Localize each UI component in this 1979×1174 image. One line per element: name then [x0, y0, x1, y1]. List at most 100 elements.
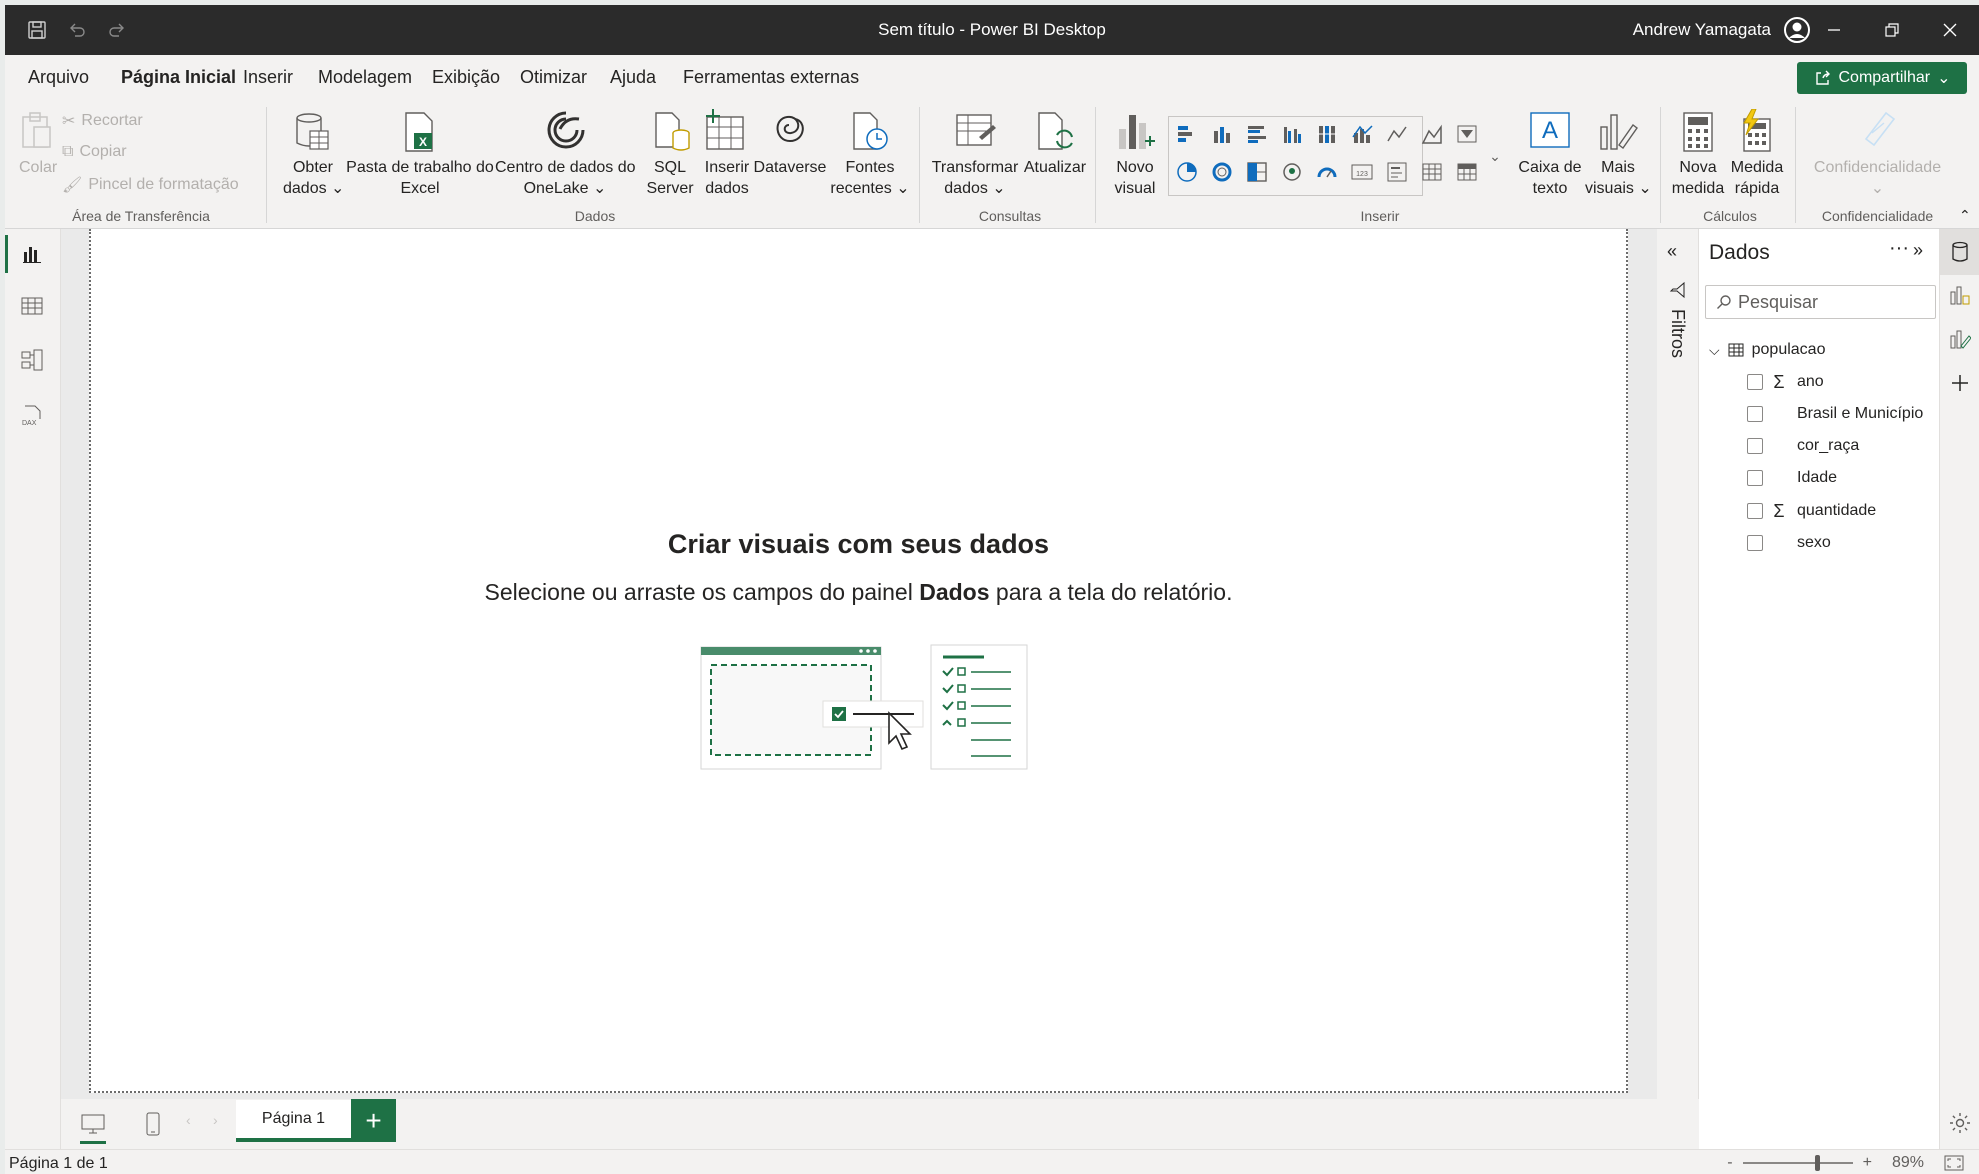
pie-chart-icon[interactable]	[1176, 161, 1198, 183]
new-measure-button[interactable]: Nova medida	[1670, 157, 1726, 199]
field-checkbox[interactable]	[1747, 470, 1763, 486]
matrix-icon[interactable]	[1456, 161, 1478, 183]
collapse-data-pane-button[interactable]: »	[1913, 241, 1931, 259]
table-node-populacao[interactable]: ⌵ populacao	[1709, 341, 1825, 359]
field-row[interactable]: Brasil e Município	[1747, 403, 1923, 425]
desktop-layout-button[interactable]	[78, 1109, 108, 1144]
line-chart-icon[interactable]	[1386, 123, 1408, 145]
report-canvas[interactable]: Criar visuais com seus dados Selecione o…	[89, 229, 1628, 1093]
transform-data-button[interactable]: Transformar dados ⌄	[925, 157, 1025, 199]
tab-otimizar[interactable]: Otimizar	[520, 67, 587, 88]
enter-data-button[interactable]: Inserir dados	[699, 157, 755, 199]
field-row[interactable]: sexo	[1747, 532, 1831, 554]
dax-query-view-button[interactable]: DAX	[17, 401, 47, 431]
sql-server-button[interactable]: SQL Server	[642, 157, 698, 199]
card-icon[interactable]: 123	[1351, 161, 1373, 183]
format-painter-button[interactable]: 🖌 Pincel de formatação	[62, 175, 239, 195]
more-options-button[interactable]: ···	[1889, 237, 1909, 260]
gauge-icon[interactable]	[1316, 161, 1338, 183]
tab-arquivo[interactable]: Arquivo	[28, 67, 89, 88]
tab-exibicao[interactable]: Exibição	[432, 67, 500, 88]
field-checkbox[interactable]	[1747, 503, 1763, 519]
copy-button[interactable]: ⧉ Copiar	[62, 143, 127, 161]
group-label-data: Dados	[574, 208, 616, 224]
ribbon-chart-icon[interactable]	[1456, 123, 1478, 145]
tab-ajuda[interactable]: Ajuda	[610, 67, 656, 88]
clustered-bar-icon[interactable]	[1246, 123, 1268, 145]
share-button[interactable]: Compartilhar ⌄	[1797, 62, 1967, 94]
chevron-down-icon[interactable]: ⌵	[1709, 342, 1720, 359]
zoom-slider[interactable]	[1742, 1155, 1853, 1171]
collapse-ribbon-button[interactable]: ⌃	[1959, 207, 1971, 224]
filters-pane-collapsed[interactable]: « Filtros	[1657, 229, 1699, 1099]
text-box-button[interactable]: Caixa de texto	[1513, 157, 1587, 199]
expand-filters-button[interactable]: «	[1667, 241, 1677, 262]
visualizations-pane-button[interactable]	[1946, 281, 1974, 309]
field-checkbox[interactable]	[1747, 438, 1763, 454]
restore-button[interactable]	[1863, 5, 1921, 55]
zoom-out-button[interactable]: -	[1727, 1154, 1732, 1172]
stacked-column-icon[interactable]	[1211, 123, 1233, 145]
quick-measure-button[interactable]: Medida rápida	[1727, 157, 1787, 199]
table-icon[interactable]	[1421, 161, 1443, 183]
field-checkbox[interactable]	[1747, 406, 1763, 422]
title-bar: Sem título - Power BI Desktop Andrew Yam…	[5, 5, 1979, 55]
area-chart-icon[interactable]	[1421, 123, 1443, 145]
treemap-icon[interactable]	[1246, 161, 1268, 183]
field-row[interactable]: cor_raça	[1747, 435, 1859, 457]
stacked-bar-icon[interactable]	[1176, 123, 1198, 145]
field-checkbox[interactable]	[1747, 374, 1763, 390]
tab-inserir[interactable]: Inserir	[243, 67, 293, 88]
page-tab[interactable]: Página 1	[236, 1100, 351, 1142]
fit-to-page-icon[interactable]	[1944, 1155, 1964, 1171]
map-icon[interactable]	[1281, 161, 1303, 183]
data-search-input[interactable]: Pesquisar	[1705, 285, 1936, 319]
mobile-layout-button[interactable]	[138, 1109, 168, 1139]
table-icon	[1728, 343, 1744, 357]
onelake-data-hub-button[interactable]: Centro de dados do OneLake ⌄	[495, 157, 636, 199]
field-row[interactable]: Σano	[1747, 371, 1824, 393]
add-page-button[interactable]: +	[351, 1099, 396, 1142]
recent-sources-button[interactable]: Fontes recentes ⌄	[825, 157, 915, 199]
tab-pagina-inicial[interactable]: Página Inicial	[121, 67, 236, 88]
field-name: Brasil e Município	[1797, 405, 1924, 422]
previous-page-button[interactable]: ‹	[186, 1112, 191, 1128]
clustered-column-icon[interactable]	[1281, 123, 1303, 145]
excel-workbook-button[interactable]: Pasta de trabalho do Excel	[345, 157, 495, 199]
format-pane-button[interactable]	[1946, 325, 1974, 353]
ribbon-divider	[266, 107, 267, 223]
dax-icon: DAX	[22, 405, 41, 427]
more-visuals-button[interactable]: Mais visuais ⌄	[1585, 157, 1652, 199]
field-row[interactable]: Σquantidade	[1747, 500, 1876, 522]
gallery-expand-button[interactable]: ⌄	[1485, 116, 1505, 196]
minimize-button[interactable]	[1805, 5, 1863, 55]
tab-ferramentas-externas[interactable]: Ferramentas externas	[683, 67, 859, 88]
data-pane-button[interactable]	[1946, 238, 1974, 266]
settings-button[interactable]	[1946, 1109, 1974, 1137]
multi-row-card-icon[interactable]	[1386, 161, 1408, 183]
double-chevron-left-icon: «	[1667, 241, 1678, 261]
donut-chart-icon[interactable]	[1211, 161, 1233, 183]
close-button[interactable]	[1921, 5, 1979, 55]
stacked-column-100-icon[interactable]	[1316, 123, 1338, 145]
paste-button[interactable]: Colar	[19, 157, 57, 178]
refresh-button[interactable]: Atualizar	[1020, 157, 1090, 178]
table-view-button[interactable]	[17, 291, 47, 321]
zoom-in-button[interactable]: +	[1863, 1154, 1872, 1172]
get-data-button[interactable]: Obter dados ⌄	[283, 157, 344, 199]
user-name[interactable]: Andrew Yamagata	[1633, 20, 1771, 40]
add-pane-button[interactable]	[1946, 369, 1974, 397]
cut-button[interactable]: ✂ Recortar	[62, 111, 143, 131]
sensitivity-button[interactable]: Confidencialidade ⌄	[1805, 157, 1950, 199]
model-view-button[interactable]	[17, 345, 47, 375]
field-row[interactable]: Idade	[1747, 467, 1837, 489]
next-page-button[interactable]: ›	[213, 1112, 218, 1128]
line-column-icon[interactable]	[1351, 123, 1373, 145]
ribbon-divider	[919, 107, 920, 223]
field-checkbox[interactable]	[1747, 535, 1763, 551]
zoom-slider-thumb[interactable]	[1814, 1155, 1820, 1171]
new-visual-button[interactable]: Novo visual	[1105, 157, 1165, 199]
report-view-button[interactable]	[17, 239, 47, 269]
dataverse-button[interactable]: Dataverse	[753, 157, 827, 178]
tab-modelagem[interactable]: Modelagem	[318, 67, 412, 88]
